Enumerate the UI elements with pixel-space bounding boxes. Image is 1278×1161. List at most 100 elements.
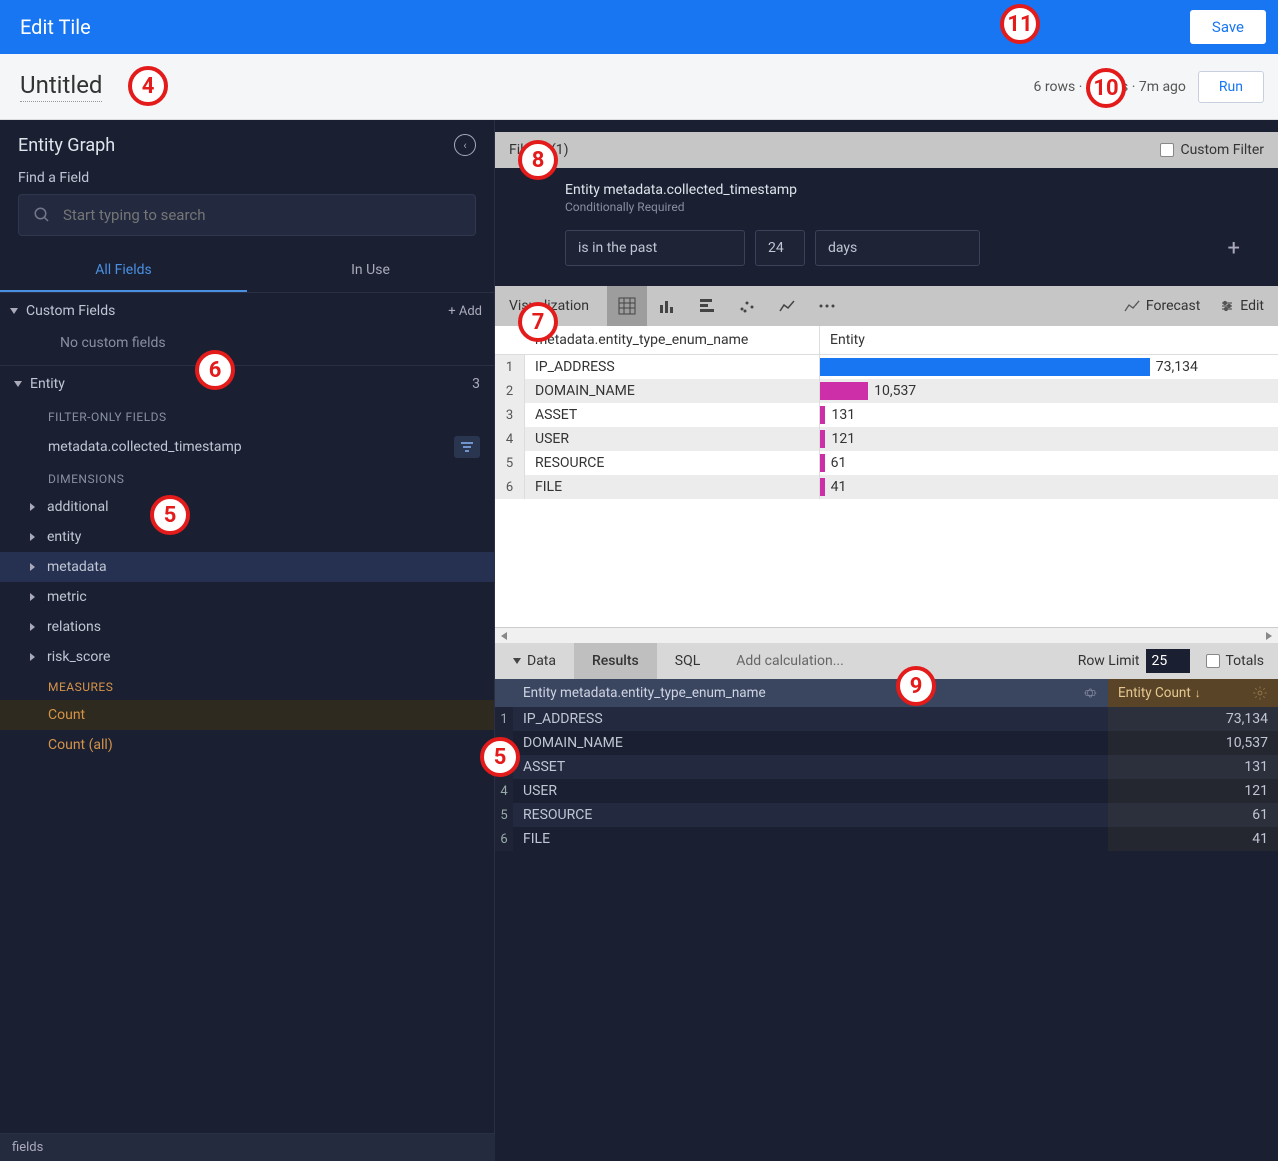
bottom-status: fields bbox=[0, 1133, 495, 1161]
left-panel: Entity Graph ‹ Find a Field All Fields I… bbox=[0, 120, 495, 1161]
callout-5b: 5 bbox=[480, 737, 520, 777]
measures-label: MEASURES bbox=[0, 672, 494, 700]
dimension-entity[interactable]: entity bbox=[0, 522, 494, 552]
tab-data[interactable]: Data bbox=[495, 643, 574, 679]
dimension-metadata[interactable]: metadata bbox=[0, 552, 494, 582]
callout-7: 7 bbox=[518, 302, 558, 342]
topbar: Edit Tile Save bbox=[0, 0, 1278, 54]
data-bar: Data Results SQL Add calculation... Row … bbox=[495, 643, 1278, 679]
chevron-right-icon bbox=[30, 533, 35, 541]
no-custom-fields: No custom fields bbox=[0, 329, 494, 365]
chevron-right-icon bbox=[30, 593, 35, 601]
add-filter-icon[interactable]: + bbox=[1228, 236, 1240, 261]
result-row[interactable]: 5RESOURCE61 bbox=[495, 803, 1278, 827]
viz-row: 4USER121 bbox=[495, 427, 1278, 451]
results-col1-header[interactable]: Entity metadata.entity_type_enum_name bbox=[513, 679, 1108, 707]
callout-10: 10 bbox=[1086, 68, 1126, 108]
callout-5a: 5 bbox=[150, 495, 190, 535]
result-row[interactable]: 6FILE41 bbox=[495, 827, 1278, 851]
viz-bar-icon[interactable] bbox=[647, 286, 687, 326]
collapse-panel-icon[interactable]: ‹ bbox=[454, 134, 476, 156]
search-input[interactable] bbox=[63, 206, 461, 224]
viz-col2-header[interactable]: Entity bbox=[820, 326, 1278, 354]
results-header: Entity metadata.entity_type_enum_name En… bbox=[495, 679, 1278, 707]
viz-row: 2DOMAIN_NAME10,537 bbox=[495, 379, 1278, 403]
custom-filter-toggle[interactable]: Custom Filter bbox=[1160, 142, 1264, 158]
find-field-label: Find a Field bbox=[0, 166, 494, 194]
viz-row: 1IP_ADDRESS73,134 bbox=[495, 355, 1278, 379]
viz-table-icon[interactable] bbox=[607, 286, 647, 326]
viz-row: 5RESOURCE61 bbox=[495, 451, 1278, 475]
result-row[interactable]: 2DOMAIN_NAME10,537 bbox=[495, 731, 1278, 755]
checkbox-icon[interactable] bbox=[1160, 143, 1174, 157]
right-panel: Filters (1) Custom Filter Entity metadat… bbox=[495, 120, 1278, 1161]
dimension-relations[interactable]: relations bbox=[0, 612, 494, 642]
run-button[interactable]: Run bbox=[1198, 71, 1264, 103]
tile-name-input[interactable]: Untitled bbox=[20, 71, 102, 102]
entity-field-count: 3 bbox=[472, 376, 480, 392]
checkbox-icon[interactable] bbox=[1206, 654, 1220, 668]
measure-count[interactable]: Count bbox=[0, 700, 494, 730]
result-row[interactable]: 3ASSET131 bbox=[495, 755, 1278, 779]
dimensions-label: DIMENSIONS bbox=[0, 464, 494, 492]
dimension-additional[interactable]: additional bbox=[0, 492, 494, 522]
custom-fields-header[interactable]: Custom Fields + Add bbox=[0, 293, 494, 329]
filter-unit-select[interactable]: days bbox=[815, 230, 980, 266]
filter-operator-select[interactable]: is in the past bbox=[565, 230, 745, 266]
filter-subtitle: Conditionally Required bbox=[565, 200, 1258, 214]
viz-column-icon[interactable] bbox=[687, 286, 727, 326]
tab-sql[interactable]: SQL bbox=[657, 643, 718, 679]
filter-field-collected-timestamp[interactable]: metadata.collected_timestamp bbox=[0, 430, 494, 464]
filters-bar[interactable]: Filters (1) Custom Filter bbox=[495, 132, 1278, 168]
chevron-right-icon bbox=[30, 503, 35, 511]
chevron-down-icon bbox=[10, 308, 18, 314]
callout-6: 6 bbox=[195, 350, 235, 390]
sort-desc-icon: ↓ bbox=[1195, 686, 1201, 700]
chevron-down-icon bbox=[14, 381, 22, 387]
viz-row: 6FILE41 bbox=[495, 475, 1278, 499]
gear-icon[interactable] bbox=[1252, 685, 1268, 701]
tab-in-use[interactable]: In Use bbox=[247, 250, 494, 292]
viz-table: metadata.entity_type_enum_name Entity 1I… bbox=[495, 326, 1278, 643]
measure-count-all[interactable]: Count (all) bbox=[0, 730, 494, 760]
results-col2-header[interactable]: Entity Count↓ bbox=[1108, 679, 1278, 707]
forecast-button[interactable]: Forecast bbox=[1124, 298, 1200, 314]
gear-icon[interactable] bbox=[1082, 685, 1098, 701]
viz-line-icon[interactable] bbox=[767, 286, 807, 326]
result-row[interactable]: 4USER121 bbox=[495, 779, 1278, 803]
add-calculation-button[interactable]: Add calculation... bbox=[718, 643, 862, 679]
callout-11: 11 bbox=[1000, 4, 1040, 44]
row-limit-label: Row Limit bbox=[1078, 653, 1140, 669]
callout-8: 8 bbox=[518, 140, 558, 180]
filter-icon[interactable] bbox=[454, 436, 480, 458]
totals-toggle[interactable]: Totals bbox=[1206, 653, 1265, 669]
row-limit-input[interactable] bbox=[1146, 649, 1190, 673]
chevron-right-icon bbox=[30, 623, 35, 631]
filter-value-input[interactable]: 24 bbox=[755, 230, 805, 266]
explorer-title: Entity Graph bbox=[18, 135, 115, 156]
viz-scatter-icon[interactable] bbox=[727, 286, 767, 326]
add-custom-field-button[interactable]: + Add bbox=[448, 304, 482, 319]
search-box[interactable] bbox=[18, 194, 476, 236]
viz-more-icon[interactable] bbox=[807, 286, 847, 326]
topbar-title: Edit Tile bbox=[20, 15, 91, 39]
callout-4: 4 bbox=[128, 66, 168, 106]
filter-only-label: FILTER-ONLY FIELDS bbox=[0, 402, 494, 430]
visualization-bar: Visualization Forecast Edit bbox=[495, 286, 1278, 326]
callout-9: 9 bbox=[896, 666, 936, 706]
viz-row: 3ASSET131 bbox=[495, 403, 1278, 427]
viz-edit-button[interactable]: Edit bbox=[1220, 298, 1264, 314]
dimension-risk_score[interactable]: risk_score bbox=[0, 642, 494, 672]
viz-col1-header[interactable]: metadata.entity_type_enum_name bbox=[525, 326, 820, 354]
search-icon bbox=[33, 206, 51, 224]
dimension-metric[interactable]: metric bbox=[0, 582, 494, 612]
result-row[interactable]: 1IP_ADDRESS73,134 bbox=[495, 707, 1278, 731]
save-button[interactable]: Save bbox=[1190, 10, 1266, 44]
tab-results[interactable]: Results bbox=[574, 643, 657, 679]
entity-header[interactable]: Entity 3 bbox=[0, 366, 494, 402]
chevron-down-icon bbox=[513, 658, 521, 664]
chevron-right-icon bbox=[30, 653, 35, 661]
horizontal-scrollbar[interactable] bbox=[495, 627, 1278, 643]
tab-all-fields[interactable]: All Fields bbox=[0, 250, 247, 292]
chevron-right-icon bbox=[30, 563, 35, 571]
